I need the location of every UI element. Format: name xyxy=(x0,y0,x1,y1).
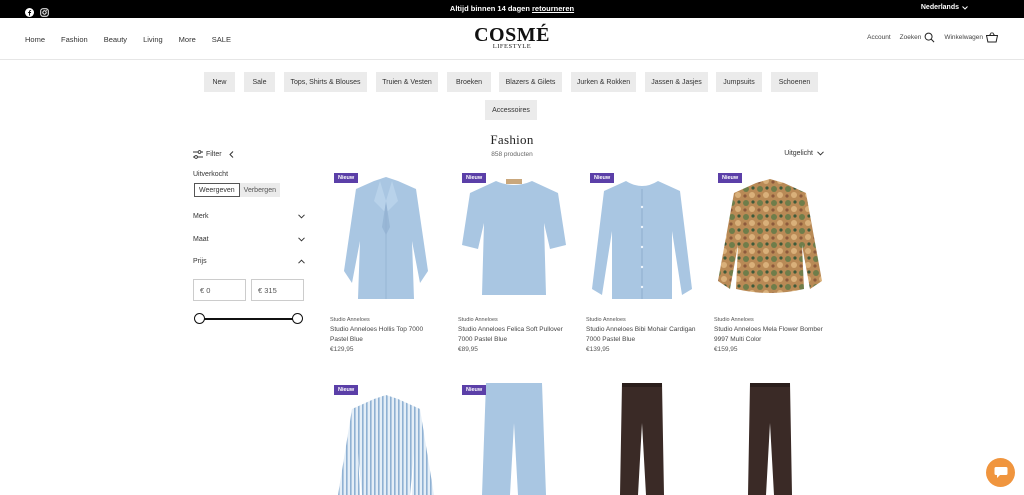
category-pill-new[interactable]: New xyxy=(204,72,235,92)
product-price: €89,95 xyxy=(458,346,478,353)
category-pill-jassen[interactable]: Jassen & Jasjes xyxy=(645,72,708,92)
facet-size[interactable]: Maat xyxy=(193,236,305,243)
availability-options: Weergeven Verbergen xyxy=(194,183,280,197)
sliders-icon xyxy=(193,150,203,159)
product-brand: Studio Anneloes xyxy=(714,317,754,323)
facet-price[interactable]: Prijs xyxy=(193,258,305,265)
product-image xyxy=(482,383,546,495)
category-pill-broeken[interactable]: Broeken xyxy=(447,72,491,92)
product-price: €129,95 xyxy=(330,346,354,353)
product-card[interactable]: Nieuw Studio Anneloes Studio Anneloes Bi… xyxy=(586,171,698,361)
product-image xyxy=(462,179,566,295)
product-image xyxy=(718,179,822,293)
product-card[interactable] xyxy=(714,383,826,495)
category-pill-accessoires[interactable]: Accessoires xyxy=(485,100,537,120)
product-name[interactable]: Studio Anneloes Hollis Top 7000 Pastel B… xyxy=(330,325,442,345)
category-pill-jurken[interactable]: Jurken & Rokken xyxy=(571,72,636,92)
basket-icon xyxy=(986,32,998,43)
category-pill-schoenen[interactable]: Schoenen xyxy=(771,72,818,92)
product-name[interactable]: Studio Anneloes Mela Flower Bomber 9997 … xyxy=(714,325,826,345)
announcement-bar: Altijd binnen 14 dagen retourneren Neder… xyxy=(0,0,1024,18)
filter-toggle[interactable]: Filter xyxy=(193,150,234,159)
chevron-down-icon xyxy=(962,5,968,10)
sort-select[interactable]: Uitgelicht xyxy=(784,150,824,157)
language-selector[interactable]: Nederlands xyxy=(921,4,968,11)
new-badge: Nieuw xyxy=(334,385,359,395)
product-brand: Studio Anneloes xyxy=(458,317,498,323)
chevron-down-icon xyxy=(817,151,824,156)
logo-sub: LIFESTYLE xyxy=(492,43,532,50)
product-price: €159,95 xyxy=(714,346,738,353)
category-pill-jumpsuits[interactable]: Jumpsuits xyxy=(716,72,762,92)
price-slider-track[interactable] xyxy=(199,318,298,320)
product-name[interactable]: Studio Anneloes Bibi Mohair Cardigan 700… xyxy=(586,325,698,345)
product-price: €139,95 xyxy=(586,346,610,353)
facet-brand[interactable]: Merk xyxy=(193,213,305,220)
account-link[interactable]: Account xyxy=(867,34,891,41)
chat-widget-button[interactable] xyxy=(986,458,1015,487)
product-card[interactable]: Nieuw xyxy=(458,383,570,495)
product-card[interactable] xyxy=(586,383,698,495)
category-pill-tops[interactable]: Tops, Shirts & Blouses xyxy=(284,72,367,92)
price-max-input[interactable]: € 315 xyxy=(251,279,304,301)
new-badge: Nieuw xyxy=(462,385,487,395)
price-slider-max-handle[interactable] xyxy=(292,313,303,324)
product-image xyxy=(748,383,792,495)
new-badge: Nieuw xyxy=(590,173,615,183)
product-image xyxy=(338,395,434,495)
chat-bubble-icon xyxy=(994,467,1007,478)
availability-show[interactable]: Weergeven xyxy=(194,183,240,197)
category-pill-blazers[interactable]: Blazers & Gilets xyxy=(499,72,562,92)
cart-button[interactable]: Winkelwagen xyxy=(944,32,998,43)
product-brand: Studio Anneloes xyxy=(586,317,626,323)
product-card[interactable]: Nieuw Studio Anneloes Studio Anneloes Me… xyxy=(714,171,826,361)
chevron-down-icon xyxy=(298,237,305,242)
product-image xyxy=(592,181,692,299)
header-actions: Account Zoeken Winkelwagen xyxy=(858,32,998,43)
category-pill-truien[interactable]: Truien & Vesten xyxy=(376,72,438,92)
availability-hide[interactable]: Verbergen xyxy=(239,183,280,197)
category-pill-sale[interactable]: Sale xyxy=(244,72,275,92)
product-card[interactable]: Nieuw Studio Anneloes Studio Anneloes Ho… xyxy=(330,171,442,361)
new-badge: Nieuw xyxy=(718,173,743,183)
new-badge: Nieuw xyxy=(334,173,359,183)
availability-label: Uitverkocht xyxy=(193,171,229,178)
chevron-down-icon xyxy=(298,214,305,219)
search-icon xyxy=(924,32,935,43)
chevron-left-icon xyxy=(228,151,233,158)
price-slider-min-handle[interactable] xyxy=(194,313,205,324)
announcement-text: Altijd binnen 14 dagen retourneren xyxy=(449,4,575,13)
product-card[interactable]: Nieuw xyxy=(330,383,442,495)
product-brand: Studio Anneloes xyxy=(330,317,370,323)
product-card[interactable]: Nieuw Studio Anneloes Studio Anneloes Fe… xyxy=(458,171,570,361)
search-button[interactable]: Zoeken xyxy=(900,32,936,43)
site-header: Home Fashion Beauty Living More SALE COS… xyxy=(0,18,1024,60)
product-name[interactable]: Studio Anneloes Felica Soft Pullover 700… xyxy=(458,325,570,345)
chevron-up-icon xyxy=(298,259,305,264)
returns-link[interactable]: retourneren xyxy=(532,4,574,13)
price-min-input[interactable]: € 0 xyxy=(193,279,246,301)
product-count: 858 producten xyxy=(491,151,533,158)
product-image xyxy=(620,383,664,495)
product-image xyxy=(344,177,428,299)
page-title: Fashion xyxy=(490,132,534,147)
new-badge: Nieuw xyxy=(462,173,487,183)
